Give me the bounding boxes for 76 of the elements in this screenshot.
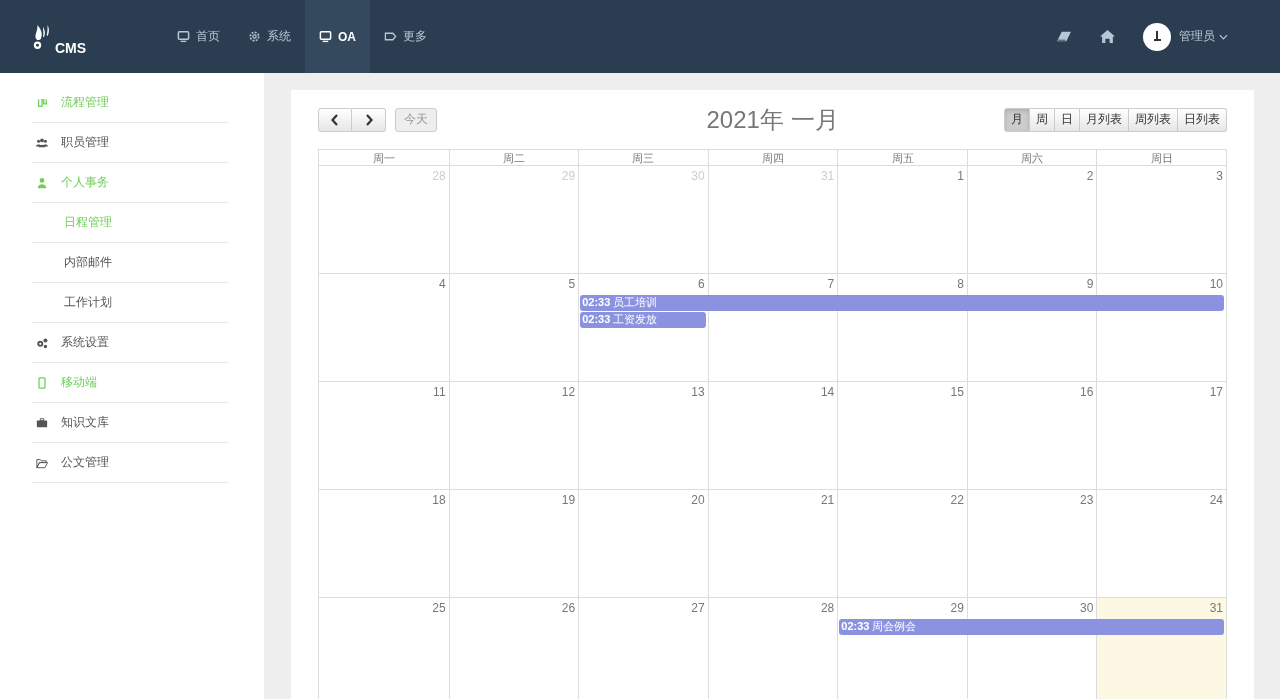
nav-tab[interactable]: 系统: [234, 0, 305, 73]
nav-tab[interactable]: 首页: [163, 0, 234, 73]
sidebar-subitem[interactable]: 内部邮件: [32, 243, 228, 283]
users-icon: [36, 136, 48, 149]
view-button[interactable]: 月: [1004, 107, 1030, 132]
user-menu[interactable]: 管理员: [1179, 28, 1228, 45]
day-number: 24: [1208, 492, 1224, 509]
view-button[interactable]: 日列表: [1178, 107, 1227, 132]
day-number: 18: [431, 492, 447, 509]
user-avatar[interactable]: [1143, 22, 1171, 51]
day-number: 16: [1079, 384, 1095, 401]
weekday-header: 周一: [371, 151, 396, 166]
nav-tab[interactable]: 更多: [370, 0, 441, 73]
home-icon[interactable]: [1100, 30, 1115, 43]
next-button[interactable]: [352, 107, 386, 132]
sidebar-item[interactable]: 知识文库: [32, 403, 228, 443]
mobile-icon: [36, 376, 48, 389]
day-number: 6: [697, 276, 706, 293]
weekday-header: 周三: [578, 150, 708, 166]
day-number: 25: [431, 600, 447, 617]
day-number: 12: [560, 384, 577, 401]
day-number: 4: [437, 276, 447, 293]
sidebar-subitem[interactable]: 工作计划: [32, 283, 228, 323]
day-number: 9: [1085, 276, 1095, 293]
monitor-icon: [319, 30, 332, 43]
day-number: 10: [1208, 276, 1224, 293]
day-number: 31: [1208, 600, 1224, 617]
day-number: 30: [1079, 600, 1095, 617]
sidebar-item[interactable]: 系统设置: [32, 323, 228, 363]
calendar-title: 2021年 一月: [706, 104, 839, 135]
day-number: 15: [949, 384, 965, 401]
view-button[interactable]: 周: [1030, 107, 1055, 132]
day-number: 28: [819, 600, 836, 617]
day-number: 26: [560, 600, 577, 617]
day-number: 5: [567, 276, 577, 293]
chevron-left-icon: [331, 113, 339, 126]
day-number: 20: [690, 492, 706, 509]
view-button[interactable]: 月列表: [1080, 107, 1129, 132]
settings-icon: [248, 30, 261, 43]
sidebar-item[interactable]: 公文管理: [32, 443, 228, 483]
eraser-icon[interactable]: [1057, 30, 1072, 43]
tag-icon: [384, 30, 397, 43]
briefcase-icon: [36, 416, 48, 429]
day-number: 8: [956, 276, 965, 293]
chevron-down-icon: [1219, 33, 1228, 40]
user-icon: [36, 176, 48, 189]
day-number: 1: [956, 168, 965, 185]
day-number: 3: [1215, 168, 1224, 185]
logo-text: CMS: [55, 39, 87, 56]
day-number: 14: [819, 384, 836, 401]
previous-button[interactable]: [318, 107, 352, 132]
day-number: 22: [949, 492, 965, 509]
day-number: 13: [690, 384, 706, 401]
weekday-header: 周四: [707, 150, 838, 166]
folder-icon: [36, 456, 48, 469]
weekday-header: 周五: [837, 150, 967, 166]
day-number: 2: [1085, 168, 1095, 185]
day-number: 17: [1208, 384, 1224, 401]
weekday-header: 周二: [448, 150, 579, 166]
day-number: 29: [949, 600, 965, 617]
view-button[interactable]: 周列表: [1129, 107, 1178, 132]
day-number: 11: [432, 384, 447, 401]
weekday-header: 周六: [966, 150, 1097, 166]
sidebar-item[interactable]: 职员管理: [32, 123, 228, 163]
logo[interactable]: CMS: [0, 17, 163, 56]
day-number: 21: [819, 492, 836, 509]
chevron-right-icon: [364, 113, 373, 126]
day-number: 23: [1079, 492, 1095, 509]
weekday-header: 周日: [1096, 150, 1226, 166]
view-button[interactable]: 日: [1055, 107, 1080, 132]
monitor-icon: [177, 30, 190, 43]
day-number: 19: [560, 492, 577, 509]
nav-tab[interactable]: OA: [305, 0, 370, 73]
day-number: 27: [690, 600, 706, 617]
day-number: 7: [826, 276, 836, 293]
gears-icon: [36, 336, 48, 349]
